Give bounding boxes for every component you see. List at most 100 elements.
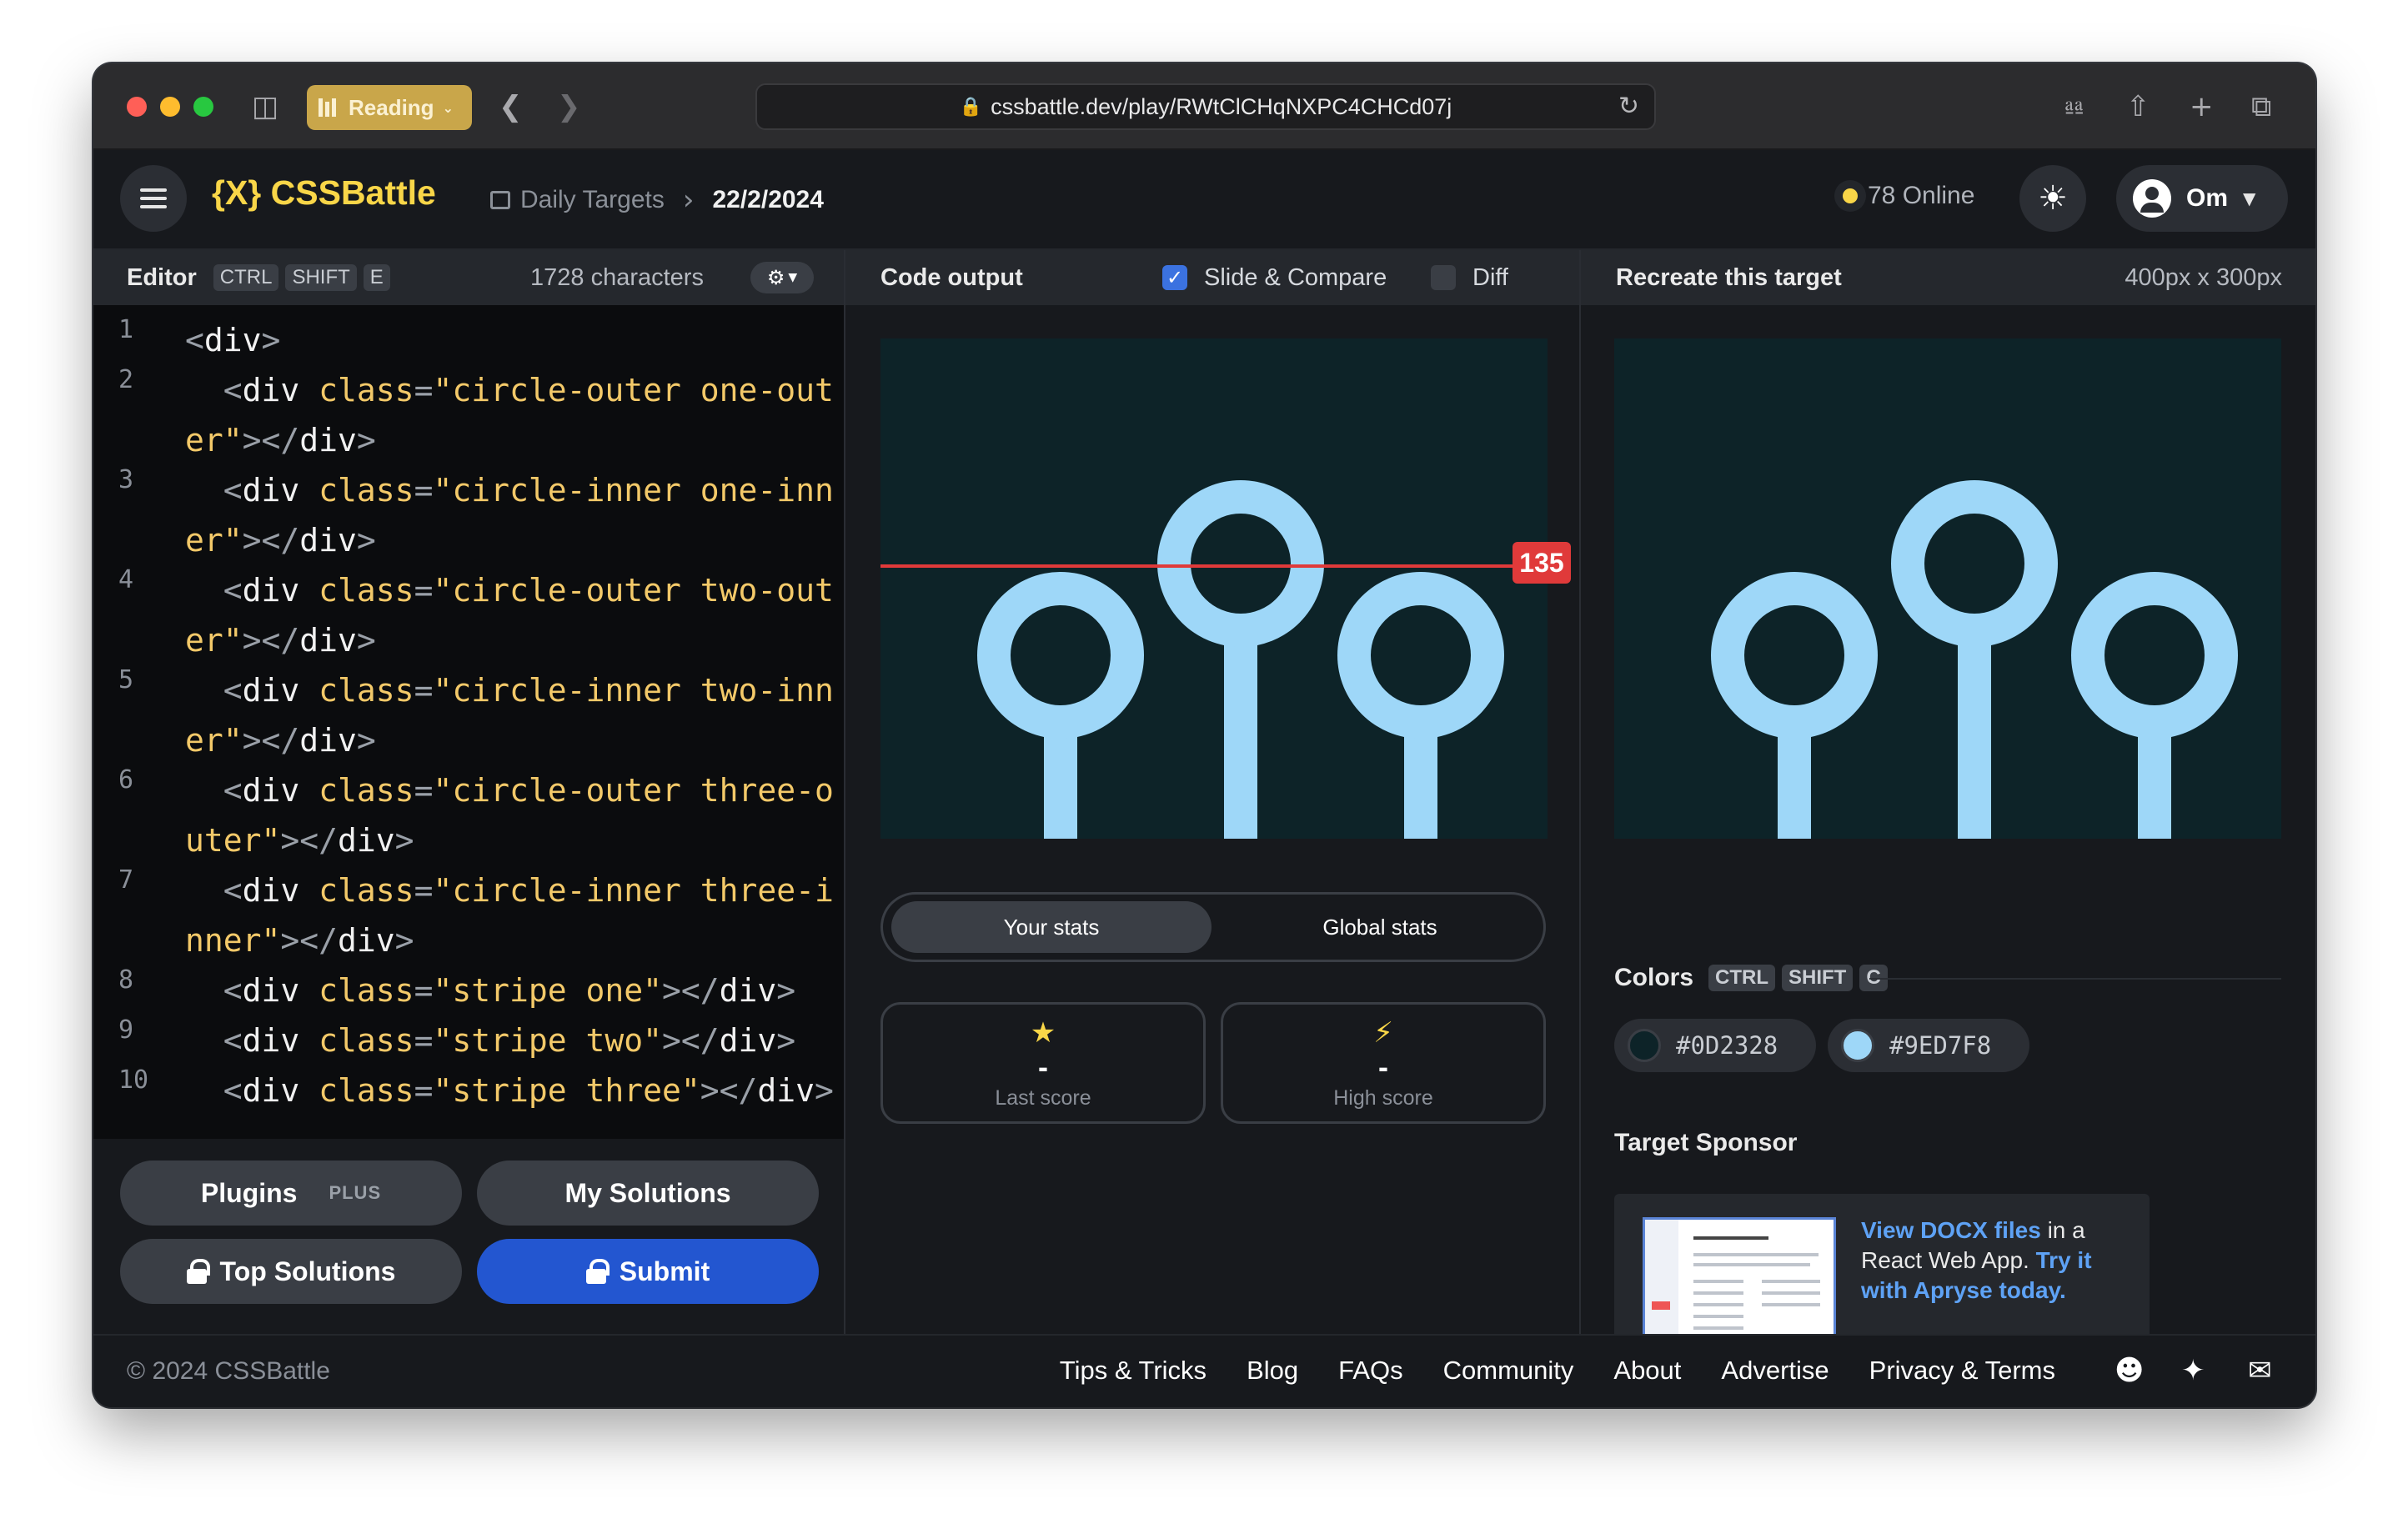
- plugins-button[interactable]: Plugins PLUS: [120, 1161, 462, 1226]
- sponsor-text[interactable]: View DOCX files in a React Web App. Try …: [1861, 1216, 2128, 1306]
- stats-tabs: Your stats Global stats: [880, 892, 1546, 962]
- code-text: <div class="stripe one"></div>: [223, 972, 796, 1009]
- color-swatch-light[interactable]: #9ED7F8: [1828, 1019, 2029, 1072]
- line-number: 9: [118, 1015, 134, 1045]
- zoom-window-button[interactable]: [193, 97, 213, 117]
- online-dot-icon: [1843, 188, 1858, 203]
- slide-compare-line[interactable]: [880, 564, 1514, 568]
- footer-link-community[interactable]: Community: [1443, 1356, 1574, 1386]
- code-text: <div class="circle-inner two-inner"></di…: [185, 672, 834, 759]
- download-icon[interactable]: ⎂: [2063, 90, 2085, 123]
- line-number: 7: [118, 865, 134, 895]
- back-icon[interactable]: ❮: [499, 90, 523, 123]
- app-header: {X} CSSBattle Daily Targets › 22/2/2024 …: [93, 150, 2315, 250]
- footer-link-blog[interactable]: Blog: [1247, 1356, 1298, 1386]
- high-score-card: ⚡ - High score: [1221, 1002, 1546, 1124]
- tab-your-stats[interactable]: Your stats: [891, 901, 1212, 953]
- theme-toggle-button[interactable]: ☀: [2019, 165, 2086, 232]
- footer-link-advertise[interactable]: Advertise: [1721, 1356, 1829, 1386]
- code-text: <div class="circle-outer two-outer"></di…: [185, 572, 834, 659]
- submit-button[interactable]: Submit: [477, 1239, 819, 1304]
- new-tab-icon[interactable]: +: [2190, 90, 2214, 123]
- code-text: <div class="circle-inner one-inner"></di…: [185, 472, 834, 559]
- close-window-button[interactable]: [127, 97, 147, 117]
- hamburger-menu-button[interactable]: [120, 165, 187, 232]
- circle-inner-shape: [2104, 605, 2205, 705]
- forward-icon[interactable]: ❯: [557, 90, 581, 123]
- reload-icon[interactable]: ↻: [1618, 92, 1639, 121]
- line-number: 4: [118, 565, 134, 594]
- slide-compare-label[interactable]: Slide & Compare: [1204, 264, 1387, 292]
- url-text: cssbattle.dev/play/RWtClCHqNXPC4CHCd07j: [991, 93, 1452, 119]
- cssbattle-logo[interactable]: {X} CSSBattle: [212, 173, 436, 213]
- color-swatch-dark[interactable]: #0D2328: [1614, 1019, 1816, 1072]
- library-icon: [319, 97, 340, 118]
- shortcut-key: CTRL: [1708, 965, 1775, 991]
- panel-divider[interactable]: [1579, 250, 1581, 1334]
- target-image: [1614, 338, 2281, 839]
- footer-link-tips[interactable]: Tips & Tricks: [1060, 1356, 1207, 1386]
- line-number: 8: [118, 965, 134, 995]
- chevron-down-icon: ▼: [2243, 188, 2256, 208]
- colors-divider: [1869, 978, 2281, 980]
- address-bar[interactable]: 🔒 cssbattle.dev/play/RWtClCHqNXPC4CHCd07…: [755, 83, 1656, 130]
- last-score-value: -: [1038, 1050, 1048, 1084]
- footer-link-faqs[interactable]: FAQs: [1338, 1356, 1403, 1386]
- tab-overview-icon[interactable]: ⧉: [2251, 90, 2271, 123]
- color-chip: [1628, 1029, 1661, 1062]
- footer-link-privacy[interactable]: Privacy & Terms: [1869, 1356, 2055, 1386]
- online-count-text: 78 Online: [1868, 182, 1975, 209]
- my-solutions-label: My Solutions: [564, 1177, 731, 1208]
- discord-icon[interactable]: ☻: [2115, 1354, 2144, 1387]
- editor-settings-button[interactable]: ⚙ ▼: [750, 262, 814, 293]
- line-number: 5: [118, 665, 134, 694]
- twitter-icon[interactable]: ✦: [2181, 1354, 2205, 1387]
- output-title: Code output: [880, 263, 1023, 291]
- gear-icon: ⚙: [766, 266, 785, 289]
- diff-checkbox[interactable]: [1431, 265, 1456, 290]
- breadcrumb-daily-targets[interactable]: Daily Targets: [520, 186, 665, 214]
- diff-label[interactable]: Diff: [1472, 264, 1508, 292]
- code-text: <div class="stripe two"></div>: [223, 1022, 796, 1059]
- share-icon[interactable]: ⇧: [2126, 90, 2150, 123]
- sponsor-heading: Target Sponsor: [1614, 1129, 1798, 1156]
- code-editor[interactable]: 1 <div> 2 <div class="circle-outer one-out…: [93, 305, 844, 1206]
- shortcut-key: SHIFT: [1782, 965, 1854, 991]
- user-name: Om: [2186, 184, 2229, 212]
- sun-icon: ☀: [2038, 179, 2068, 218]
- page-footer: © 2024 CSSBattle Tips & Tricks Blog FAQs…: [93, 1334, 2315, 1407]
- output-header: Code output ✓ Slide & Compare Diff: [845, 250, 1579, 305]
- line-number: 2: [118, 365, 134, 394]
- mail-icon[interactable]: ✉: [2248, 1354, 2272, 1387]
- lightning-icon: ⚡: [1373, 1016, 1393, 1050]
- footer-link-about[interactable]: About: [1613, 1356, 1681, 1386]
- panel-divider[interactable]: [844, 250, 845, 1334]
- high-score-value: -: [1378, 1050, 1388, 1084]
- tab-global-stats[interactable]: Global stats: [1220, 901, 1540, 953]
- circle-inner-shape: [1744, 605, 1844, 705]
- sponsor-link-docx[interactable]: View DOCX files: [1861, 1217, 2041, 1243]
- target-title: Recreate this target: [1616, 263, 1842, 291]
- line-number: 3: [118, 465, 134, 494]
- code-output-canvas[interactable]: [880, 338, 1548, 839]
- slide-compare-checkbox[interactable]: ✓: [1162, 265, 1187, 290]
- reading-list-button[interactable]: Reading ⌄: [307, 85, 472, 130]
- submit-label: Submit: [619, 1256, 710, 1286]
- lock-icon: [186, 1259, 210, 1284]
- shortcut-key: CTRL: [213, 264, 279, 291]
- footer-links: Tips & Tricks Blog FAQs Community About …: [1060, 1356, 2055, 1386]
- minimize-window-button[interactable]: [160, 97, 180, 117]
- target-render: [1614, 338, 2281, 839]
- color-hex: #9ED7F8: [1889, 1031, 1992, 1060]
- my-solutions-button[interactable]: My Solutions: [477, 1161, 819, 1226]
- sidebar-toggle-icon[interactable]: ◫: [252, 90, 278, 123]
- online-count: 78 Online: [1843, 182, 1974, 210]
- last-score-card: ★ - Last score: [880, 1002, 1206, 1124]
- user-menu-button[interactable]: Om ▼: [2116, 165, 2288, 232]
- top-solutions-button[interactable]: Top Solutions: [120, 1239, 462, 1304]
- code-text: <div class="circle-outer three-outer"></…: [185, 772, 834, 859]
- last-score-label: Last score: [995, 1086, 1091, 1110]
- target-dimensions: 400px x 300px: [2125, 263, 2282, 291]
- compare-position-badge[interactable]: 135: [1513, 542, 1571, 584]
- top-solutions-label: Top Solutions: [219, 1256, 396, 1286]
